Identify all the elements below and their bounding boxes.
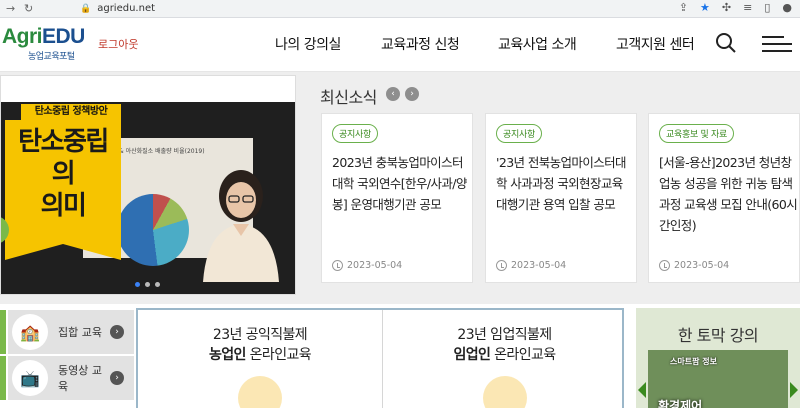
news-section-title: 최신소식 bbox=[320, 88, 377, 107]
profile-icon[interactable]: ● bbox=[782, 1, 792, 14]
banner-headline: 탄소중립의 의미 bbox=[5, 120, 121, 260]
thumbnail-badge: 스마트팜 정보 bbox=[670, 357, 717, 366]
news-badge: 공지사항 bbox=[496, 124, 542, 143]
banner-slider[interactable]: & 아산화질소 배출량 비율(2019) 탄소중립 정책방안 탄소중립의 의미 bbox=[0, 75, 296, 295]
news-date: 2023-05-04 bbox=[332, 260, 402, 271]
news-title[interactable]: '23년 전북농업마이스터대학 사과과정 국외현장교육 대행기관 용역 입찰 공… bbox=[496, 152, 636, 215]
news-card[interactable]: 공지사항 2023년 충북농업마이스터대학 국외연수[한우/사과/양봉] 운영대… bbox=[321, 113, 473, 283]
menu-group-education[interactable]: 🏫 집합 교육 › bbox=[0, 310, 134, 354]
logo-agri: Agri bbox=[2, 25, 43, 48]
banner-headline-line2: 의미 bbox=[40, 191, 87, 221]
news-badge: 공지사항 bbox=[332, 124, 378, 143]
short-lecture-thumbnail[interactable]: 스마트팜 정보 환경제어 bbox=[648, 350, 788, 408]
forward-icon[interactable]: → bbox=[6, 2, 18, 15]
education-type-menu: 🏫 집합 교육 › 📺 동영상 교육 › bbox=[0, 308, 134, 408]
nav-program-intro[interactable]: 교육사업 소개 bbox=[498, 34, 577, 54]
agriedu-logo[interactable]: AgriEDU 농업교육포털 bbox=[2, 25, 85, 63]
clock-icon bbox=[332, 260, 343, 271]
online-course-box: 23년 공익직불제 농업인 온라인교육 23년 임업직불제 임업인 온라인교육 bbox=[136, 308, 624, 408]
news-title[interactable]: [서울-용산]2023년 청년창업농 성공을 위한 귀농 탐색과정 교육생 모집… bbox=[659, 152, 799, 236]
address-bar[interactable]: agriedu.net bbox=[97, 3, 155, 14]
short-lecture-panel: 한 토막 강의 스마트팜 정보 환경제어 bbox=[636, 308, 800, 408]
extensions-icon[interactable]: ✣ bbox=[722, 1, 731, 14]
slider-dot[interactable] bbox=[155, 282, 160, 287]
course-line1: 23년 임업직불제 bbox=[457, 327, 552, 343]
course-farmer-online[interactable]: 23년 공익직불제 농업인 온라인교육 bbox=[138, 310, 382, 408]
search-icon[interactable] bbox=[715, 32, 737, 54]
news-badge: 교육홍보 및 자료 bbox=[659, 124, 734, 143]
bookmark-star-icon[interactable]: ★ bbox=[700, 1, 710, 14]
logo-subtitle: 농업교육포털 bbox=[28, 52, 75, 62]
menu-label: 집합 교육 bbox=[58, 326, 102, 339]
banner-headline-line1: 탄소중립의 bbox=[18, 127, 109, 189]
news-title[interactable]: 2023년 충북농업마이스터대학 국외연수[한우/사과/양봉] 운영대행기관 공… bbox=[332, 152, 472, 215]
farm-field-icon bbox=[238, 376, 282, 408]
news-date-text: 2023-05-04 bbox=[347, 260, 403, 271]
tree-icon bbox=[482, 376, 527, 408]
news-card[interactable]: 공지사항 '23년 전북농업마이스터대학 사과과정 국외현장교육 대행기관 용역… bbox=[485, 113, 637, 283]
browser-toolbar: → ↻ 🔒 agriedu.net ⇪ ★ ✣ ≡ ▯ ● bbox=[0, 0, 800, 18]
nav-my-classroom[interactable]: 나의 강의실 bbox=[275, 34, 341, 54]
hamburger-menu-icon[interactable] bbox=[762, 34, 792, 54]
course-type: 온라인교육 bbox=[490, 347, 556, 363]
logo-edu: EDU bbox=[42, 25, 85, 48]
reload-icon[interactable]: ↻ bbox=[24, 2, 36, 15]
arrow-right-icon[interactable]: › bbox=[110, 325, 124, 339]
slider-pagination bbox=[135, 282, 160, 287]
news-prev-button[interactable]: ‹ bbox=[386, 87, 400, 101]
course-line2: 농업인 온라인교육 bbox=[138, 344, 382, 364]
menu-accent bbox=[0, 356, 6, 400]
next-arrow-icon[interactable] bbox=[790, 382, 798, 398]
sidepanel-icon[interactable]: ▯ bbox=[764, 1, 770, 14]
news-date-text: 2023-05-04 bbox=[511, 260, 567, 271]
thumbnail-caption: 환경제어 bbox=[658, 399, 703, 408]
site-header: AgriEDU 농업교육포털 로그아웃 나의 강의실 교육과정 신청 교육사업 … bbox=[0, 18, 800, 72]
news-date-text: 2023-05-04 bbox=[674, 260, 730, 271]
short-lecture-title: 한 토막 강의 bbox=[677, 326, 759, 345]
course-target: 농업인 bbox=[208, 347, 246, 363]
nav-customer-center[interactable]: 고객지원 센터 bbox=[616, 34, 695, 54]
prev-arrow-icon[interactable] bbox=[638, 382, 646, 398]
share-icon[interactable]: ⇪ bbox=[679, 1, 688, 14]
slider-dot[interactable] bbox=[145, 282, 150, 287]
menu-label: 동영상 교육 bbox=[58, 364, 102, 393]
clock-icon bbox=[659, 260, 670, 271]
browser-tools: ⇪ ★ ✣ ≡ ▯ ● bbox=[679, 1, 792, 14]
course-target: 임업인 bbox=[453, 347, 491, 363]
slide-caption: & 아산화질소 배출량 비율(2019) bbox=[119, 148, 205, 155]
emission-pie-graphic bbox=[117, 194, 189, 266]
lock-icon[interactable]: 🔒 bbox=[80, 4, 91, 14]
clock-icon bbox=[496, 260, 507, 271]
news-next-button[interactable]: › bbox=[405, 87, 419, 101]
news-date: 2023-05-04 bbox=[496, 260, 566, 271]
reading-list-icon[interactable]: ≡ bbox=[743, 1, 752, 14]
course-forester-online[interactable]: 23년 임업직불제 임업인 온라인교육 bbox=[382, 310, 626, 408]
nav-course-application[interactable]: 교육과정 신청 bbox=[381, 34, 460, 54]
classroom-icon: 🏫 bbox=[12, 314, 48, 350]
arrow-right-icon[interactable]: › bbox=[110, 371, 124, 385]
news-card[interactable]: 교육홍보 및 자료 [서울-용산]2023년 청년창업농 성공을 위한 귀농 탐… bbox=[648, 113, 800, 283]
course-line1: 23년 공익직불제 bbox=[212, 327, 308, 343]
slider-dot[interactable] bbox=[135, 282, 140, 287]
banner-tag: 탄소중립 정책방안 bbox=[21, 104, 121, 120]
menu-video-education[interactable]: 📺 동영상 교육 › bbox=[0, 356, 134, 400]
course-type: 온라인교육 bbox=[245, 347, 312, 363]
course-line2: 임업인 온라인교육 bbox=[383, 344, 626, 364]
menu-accent bbox=[0, 310, 6, 354]
lecturer-image bbox=[203, 170, 279, 282]
video-icon: 📺 bbox=[12, 360, 48, 396]
news-date: 2023-05-04 bbox=[659, 260, 729, 271]
logout-link[interactable]: 로그아웃 bbox=[98, 36, 138, 52]
